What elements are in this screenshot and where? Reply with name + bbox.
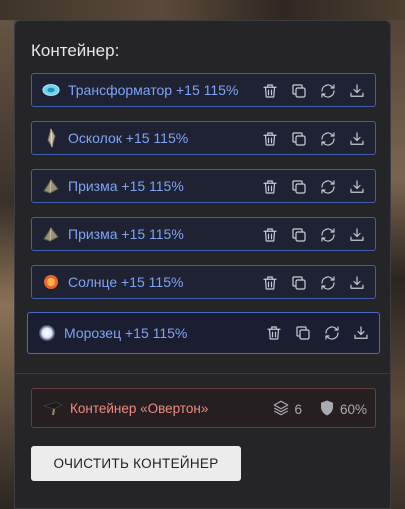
container-item-row[interactable]: Осколок +15 115% bbox=[31, 121, 376, 155]
refresh-icon[interactable] bbox=[318, 225, 338, 245]
shield-percent: 60% bbox=[339, 402, 367, 417]
item-label: Трансформатор +15 115% bbox=[68, 82, 239, 98]
copy-icon[interactable] bbox=[289, 177, 309, 197]
frost-icon bbox=[38, 324, 56, 342]
item-label: Осколок +15 115% bbox=[68, 130, 189, 146]
layers-icon bbox=[272, 399, 290, 420]
copy-icon[interactable] bbox=[289, 81, 309, 101]
item-label: Призма +15 115% bbox=[68, 178, 184, 194]
copy-icon[interactable] bbox=[289, 129, 309, 149]
background-texture-top bbox=[0, 0, 405, 20]
download-icon[interactable] bbox=[347, 177, 367, 197]
container-panel: Контейнер: Трансформатор +15 115% Осколо… bbox=[14, 20, 391, 509]
item-label: Солнце +15 115% bbox=[68, 274, 184, 290]
bundle-label: Контейнер «Овертон» bbox=[70, 400, 209, 416]
panel-title: Контейнер: bbox=[31, 41, 120, 60]
download-icon[interactable] bbox=[347, 129, 367, 149]
prism-icon bbox=[42, 177, 60, 195]
trash-icon[interactable] bbox=[260, 81, 280, 101]
download-icon[interactable] bbox=[347, 81, 367, 101]
prism-icon bbox=[42, 225, 60, 243]
refresh-icon[interactable] bbox=[318, 273, 338, 293]
download-icon[interactable] bbox=[347, 225, 367, 245]
transformer-icon bbox=[42, 81, 60, 99]
copy-icon[interactable] bbox=[293, 323, 313, 343]
container-item-row[interactable]: Призма +15 115% bbox=[31, 217, 376, 251]
download-icon[interactable] bbox=[351, 323, 371, 343]
trash-icon[interactable] bbox=[260, 273, 280, 293]
refresh-icon[interactable] bbox=[318, 81, 338, 101]
container-item-row[interactable]: Призма +15 115% bbox=[31, 169, 376, 203]
copy-icon[interactable] bbox=[289, 225, 309, 245]
container-icon bbox=[42, 399, 64, 417]
shield-icon bbox=[318, 399, 336, 420]
container-bundle-row[interactable]: Контейнер «Овертон» 6 60% bbox=[31, 388, 376, 428]
item-label: Морозец +15 115% bbox=[64, 325, 188, 341]
sun-icon bbox=[42, 273, 60, 291]
clear-container-button[interactable]: ОЧИСТИТЬ КОНТЕЙНЕР bbox=[31, 446, 241, 481]
trash-icon[interactable] bbox=[260, 129, 280, 149]
panel-divider bbox=[15, 373, 390, 374]
trash-icon[interactable] bbox=[260, 225, 280, 245]
download-icon[interactable] bbox=[347, 273, 367, 293]
refresh-icon[interactable] bbox=[318, 177, 338, 197]
refresh-icon[interactable] bbox=[318, 129, 338, 149]
trash-icon[interactable] bbox=[264, 323, 284, 343]
trash-icon[interactable] bbox=[260, 177, 280, 197]
copy-icon[interactable] bbox=[289, 273, 309, 293]
shard-icon bbox=[42, 128, 60, 148]
background-texture-left bbox=[0, 0, 14, 509]
container-item-row[interactable]: Трансформатор +15 115% bbox=[31, 73, 376, 107]
item-label: Призма +15 115% bbox=[68, 226, 184, 242]
refresh-icon[interactable] bbox=[322, 323, 342, 343]
container-item-row[interactable]: Солнце +15 115% bbox=[31, 265, 376, 299]
layers-count: 6 bbox=[294, 402, 302, 417]
container-item-row-hovered[interactable]: Морозец +15 115% bbox=[27, 312, 380, 354]
